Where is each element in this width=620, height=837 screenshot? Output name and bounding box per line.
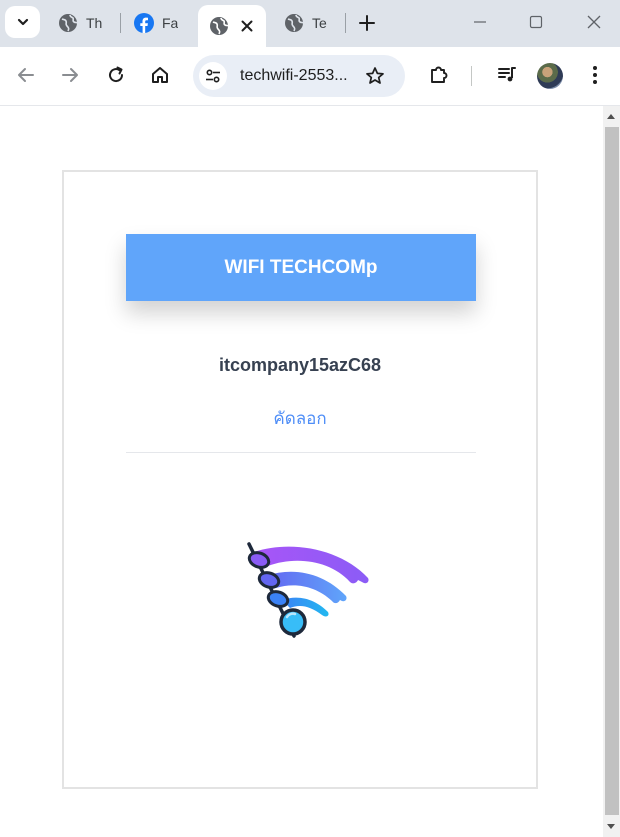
scroll-up-arrow-icon[interactable] <box>607 114 615 119</box>
more-vert-icon <box>593 66 597 84</box>
chevron-down-icon <box>17 18 28 26</box>
new-tab-button[interactable] <box>356 12 378 34</box>
divider <box>126 452 476 453</box>
extensions-button[interactable] <box>425 61 453 89</box>
browser-toolbar: techwifi-2553... <box>0 47 620 106</box>
wifi-card: WIFI TECHCOMp itcompany15azC68 คัดลอก <box>62 170 538 789</box>
toolbar-divider <box>471 66 472 86</box>
tab-title: Te <box>312 15 327 31</box>
queue-music-icon <box>498 67 516 82</box>
banner-title: WIFI TECHCOMp <box>126 234 476 301</box>
menu-button[interactable] <box>581 61 609 89</box>
scroll-thumb[interactable] <box>605 127 619 815</box>
maximize-button[interactable] <box>516 8 556 36</box>
tune-icon <box>206 69 220 83</box>
wifi-ssid-text: itcompany15azC68 <box>218 355 382 375</box>
home-button[interactable] <box>146 61 174 89</box>
tab-title: Fa <box>162 15 179 31</box>
plus-icon <box>359 15 375 31</box>
minimize-icon <box>474 21 486 23</box>
facebook-icon <box>134 13 154 33</box>
tab-4[interactable]: Te <box>284 6 334 40</box>
arrow-left-icon <box>18 68 34 82</box>
site-info-button[interactable] <box>199 62 227 90</box>
page-viewport: WIFI TECHCOMp itcompany15azC68 คัดลอก <box>0 106 603 837</box>
tab-search-button[interactable] <box>5 6 40 38</box>
tab-strip: Th Fa Te <box>0 0 620 47</box>
globe-icon <box>209 16 229 36</box>
tab-separator <box>120 13 121 33</box>
close-icon <box>587 15 601 29</box>
puzzle-icon <box>431 66 448 83</box>
tab-separator <box>345 13 346 33</box>
vertical-scrollbar[interactable] <box>603 106 620 837</box>
tab-2[interactable]: Fa <box>134 6 184 40</box>
reload-button[interactable] <box>102 61 130 89</box>
home-icon <box>152 67 168 83</box>
tab-title: Th <box>86 15 103 31</box>
bookmark-button[interactable] <box>363 64 387 88</box>
close-tab-icon[interactable] <box>237 16 257 36</box>
star-icon <box>366 67 384 84</box>
maximize-icon <box>529 15 543 29</box>
tab-3-active[interactable] <box>198 5 266 47</box>
arrow-right-icon <box>62 68 78 82</box>
tab-1[interactable]: Th <box>58 6 108 40</box>
copy-link[interactable]: คัดลอก <box>64 405 536 432</box>
globe-icon <box>284 13 304 33</box>
close-window-button[interactable] <box>574 8 614 36</box>
back-button[interactable] <box>12 61 40 89</box>
minimize-button[interactable] <box>460 8 500 36</box>
scroll-down-arrow-icon[interactable] <box>607 824 615 829</box>
address-bar[interactable]: techwifi-2553... <box>193 55 405 97</box>
globe-icon <box>58 13 78 33</box>
url-text[interactable]: techwifi-2553... <box>240 67 348 85</box>
reload-icon <box>109 66 124 83</box>
forward-button[interactable] <box>56 61 84 89</box>
wifi-logo-icon <box>247 542 369 638</box>
profile-avatar[interactable] <box>537 63 563 89</box>
media-control-button[interactable] <box>493 61 521 89</box>
